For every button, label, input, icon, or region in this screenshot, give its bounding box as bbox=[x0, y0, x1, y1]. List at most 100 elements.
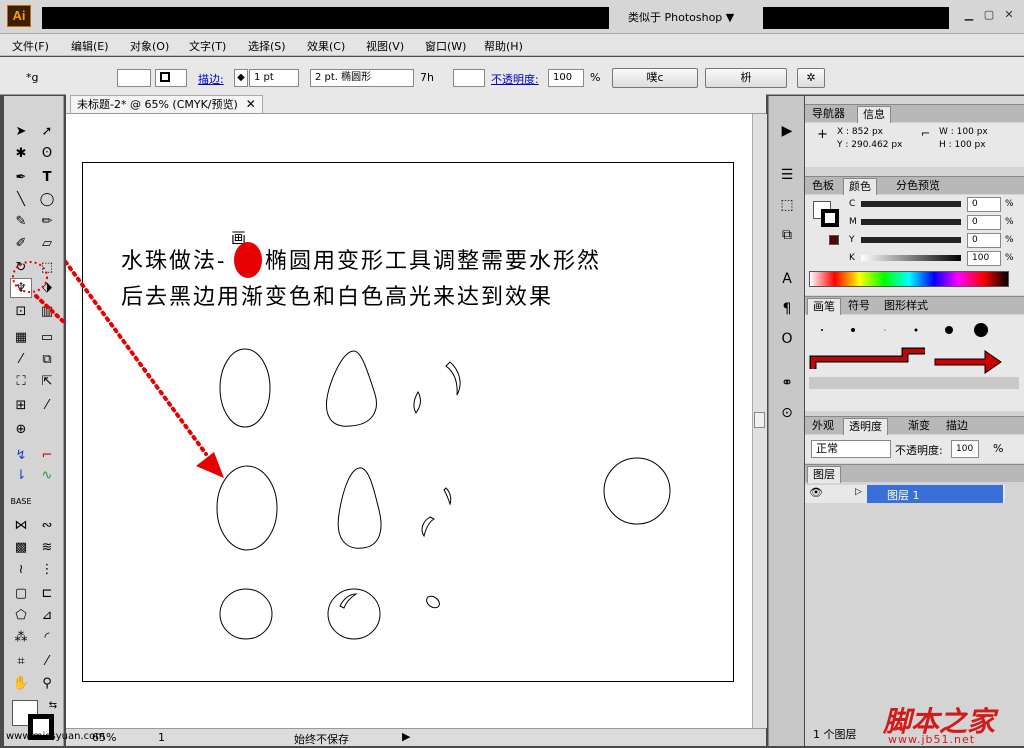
slice-tool-icon[interactable]: ⁄ bbox=[36, 396, 58, 416]
channel-y-input[interactable]: 0 bbox=[967, 233, 1001, 248]
grid-tool-icon[interactable]: ▩ bbox=[10, 538, 32, 558]
selection-tool-icon[interactable]: ➤ bbox=[10, 122, 32, 142]
tab-info[interactable]: 信息 bbox=[857, 106, 891, 123]
status-menu-icon[interactable]: ▶ bbox=[402, 730, 410, 743]
menu-object[interactable]: 对象(O) bbox=[130, 38, 169, 54]
circle-shape[interactable] bbox=[603, 457, 671, 525]
mesh-tool-icon[interactable]: ▦ bbox=[10, 328, 32, 348]
paragraph-icon[interactable]: ¶ bbox=[778, 300, 796, 318]
flare-tool-icon[interactable]: ⁂ bbox=[10, 628, 32, 648]
fill-color-select[interactable] bbox=[117, 69, 151, 87]
opentype-icon[interactable]: O bbox=[778, 330, 796, 348]
crystallize-tool-icon[interactable]: ≀ bbox=[10, 560, 32, 580]
menu-window[interactable]: 窗口(W) bbox=[425, 38, 466, 54]
menu-view[interactable]: 视图(V) bbox=[366, 38, 404, 54]
close-button[interactable]: ✕ bbox=[1002, 8, 1016, 22]
teardrop-shape-2[interactable] bbox=[337, 467, 382, 549]
align-icon[interactable]: ☰ bbox=[778, 166, 796, 184]
water-drop-highlight[interactable] bbox=[339, 593, 358, 609]
direct-selection-tool-icon[interactable]: ➚ bbox=[36, 122, 58, 142]
pucker-tool-icon[interactable]: ⋮ bbox=[36, 560, 58, 580]
polygon-tool-icon[interactable]: ⬠ bbox=[10, 606, 32, 626]
last-color-swatch[interactable] bbox=[829, 235, 839, 245]
color-stroke-swatch[interactable] bbox=[821, 209, 839, 227]
tab-separations[interactable]: 分色预览 bbox=[891, 178, 945, 195]
eyedropper-tool-icon[interactable]: ⁄ bbox=[10, 350, 32, 370]
menu-effect[interactable]: 效果(C) bbox=[307, 38, 345, 54]
menu-type[interactable]: 文字(T) bbox=[189, 38, 226, 54]
knife-tool-icon[interactable]: ⁄ bbox=[36, 652, 58, 672]
tab-stroke[interactable]: 描边 bbox=[941, 418, 973, 435]
channel-k-slider[interactable] bbox=[861, 255, 961, 261]
highlight-shape-2[interactable] bbox=[445, 361, 461, 396]
gradient-tool-icon[interactable]: ▭ bbox=[36, 328, 58, 348]
magic-wand-tool-icon[interactable]: ✱ bbox=[10, 144, 32, 164]
channel-k-input[interactable]: 100 bbox=[967, 251, 1001, 266]
tab-transparency[interactable]: 透明度 bbox=[843, 418, 888, 435]
character-icon[interactable]: A bbox=[778, 270, 796, 288]
arc-tool-icon[interactable]: ◜ bbox=[36, 628, 58, 648]
scallop-tool-icon[interactable]: ≋ bbox=[36, 538, 58, 558]
zoom-tool-icon[interactable]: ⚲ bbox=[36, 674, 58, 694]
paintbrush-tool-icon[interactable]: ✎ bbox=[10, 212, 32, 232]
channel-m-input[interactable]: 0 bbox=[967, 215, 1001, 230]
workspace-switcher[interactable]: 类似于 Photoshop ▼ bbox=[628, 9, 734, 25]
channel-y-slider[interactable] bbox=[861, 237, 961, 243]
channel-m-slider[interactable] bbox=[861, 219, 961, 225]
minimize-button[interactable]: ▁ bbox=[962, 8, 976, 22]
color-spectrum[interactable] bbox=[809, 271, 1009, 287]
brush-select[interactable]: 2 pt. 椭圆形 bbox=[310, 69, 414, 87]
tab-brushes[interactable]: 画笔 bbox=[807, 298, 841, 315]
menu-help[interactable]: 帮助(H) bbox=[484, 38, 523, 54]
rounded-rectangle-tool-icon[interactable]: ⊏ bbox=[36, 584, 58, 604]
wrinkle-tool-icon[interactable]: ∿ bbox=[36, 466, 58, 486]
stroke-stepper[interactable]: ◆ bbox=[234, 69, 248, 87]
page-tool-icon[interactable]: BASE bbox=[10, 492, 32, 512]
twirl-tool-icon[interactable]: ∾ bbox=[36, 516, 58, 536]
tab-navigator[interactable]: 导航器 bbox=[807, 106, 850, 123]
tab-appearance[interactable]: 外观 bbox=[807, 418, 839, 435]
layer-row[interactable]: 👁 ▷ 图层 1 bbox=[805, 485, 1005, 503]
menu-select[interactable]: 选择(S) bbox=[248, 38, 286, 54]
blend-mode-select[interactable]: 正常 bbox=[811, 440, 891, 458]
play-icon[interactable]: ▶ bbox=[778, 122, 796, 140]
control-button-2[interactable]: 枡 bbox=[705, 68, 787, 88]
pencil-tool-icon[interactable]: ✏ bbox=[36, 212, 58, 232]
menu-file[interactable]: 文件(F) bbox=[12, 38, 49, 54]
highlight-shape-4[interactable] bbox=[443, 487, 452, 506]
layer-name[interactable]: 图层 1 bbox=[887, 487, 920, 503]
highlight-shape-1[interactable] bbox=[413, 390, 421, 414]
options-menu-button[interactable]: ✲ bbox=[797, 68, 825, 88]
width-tool-icon[interactable]: ↯ bbox=[10, 446, 32, 466]
ellipse-shape-1[interactable] bbox=[219, 348, 271, 428]
ellipse-shape-2[interactable] bbox=[216, 465, 278, 551]
eye-icon[interactable]: 👁 bbox=[809, 486, 823, 499]
swap-colors-icon[interactable]: ⇆ bbox=[42, 696, 64, 716]
line-tool-icon[interactable]: ╲ bbox=[10, 190, 32, 210]
opacity-input[interactable]: 100 bbox=[548, 69, 584, 87]
stroke-color-select[interactable] bbox=[155, 69, 187, 87]
blend-tool-icon[interactable]: ⧉ bbox=[36, 350, 58, 370]
circle-shape-2[interactable] bbox=[219, 588, 273, 640]
scroll-thumb[interactable] bbox=[754, 412, 765, 428]
type-tool-icon[interactable]: T bbox=[36, 168, 58, 188]
stroke-weight-select[interactable]: 1 pt bbox=[249, 69, 299, 87]
tab-graphic-styles[interactable]: 图形样式 bbox=[879, 298, 933, 315]
star-tool-icon[interactable]: ⊿ bbox=[36, 606, 58, 626]
brush-swatches[interactable] bbox=[805, 315, 1024, 411]
transparency-opacity-input[interactable]: 100 bbox=[951, 440, 979, 458]
eraser-tool-icon[interactable]: ▱ bbox=[36, 234, 58, 254]
tab-symbols[interactable]: 符号 bbox=[843, 298, 875, 315]
warp-blue-tool-icon[interactable]: ⇂ bbox=[10, 466, 32, 486]
envelope-tool-icon[interactable]: ⋈ bbox=[10, 516, 32, 536]
live-paint-tool-icon[interactable]: ⛶ bbox=[10, 372, 32, 392]
close-tab-icon[interactable]: ✕ bbox=[246, 96, 256, 113]
water-drop-circle[interactable] bbox=[327, 588, 381, 640]
live-paint-selection-tool-icon[interactable]: ⇱ bbox=[36, 372, 58, 392]
channel-c-input[interactable]: 0 bbox=[967, 197, 1001, 212]
teardrop-shape-1[interactable] bbox=[326, 350, 377, 427]
reshape-tool-icon[interactable]: ⌐ bbox=[36, 446, 58, 466]
channel-c-slider[interactable] bbox=[861, 201, 961, 207]
menu-edit[interactable]: 编辑(E) bbox=[71, 38, 109, 54]
pen-tool-icon[interactable]: ✒ bbox=[10, 168, 32, 188]
